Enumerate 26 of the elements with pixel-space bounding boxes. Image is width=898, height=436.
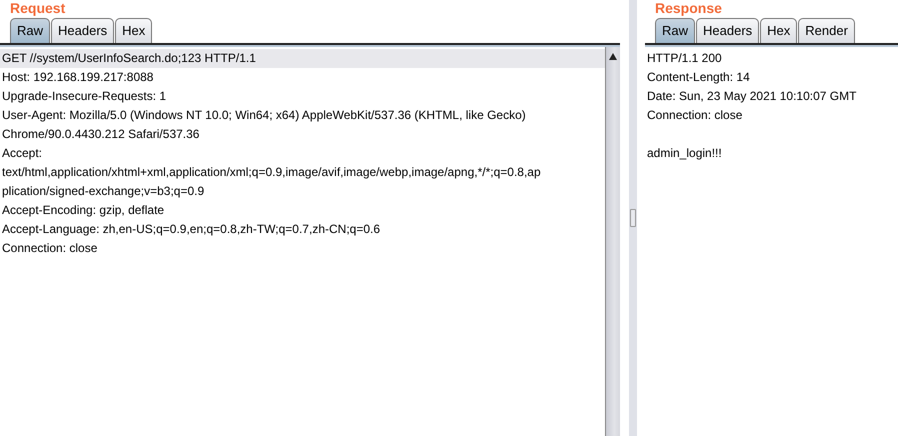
- grip-icon[interactable]: [630, 209, 636, 227]
- text-line: Accept-Language: zh,en-US;q=0.9,en;q=0.8,zh-TW;q=0.7,zh-CN;q=0.6: [2, 221, 380, 238]
- text-line: Accept:: [2, 145, 42, 162]
- tab[interactable]: Raw: [10, 18, 50, 43]
- tab[interactable]: Headers: [696, 18, 760, 43]
- panel-title: Request: [10, 0, 66, 16]
- text-line: Content-Length: 14: [647, 69, 750, 86]
- scrollbar[interactable]: [605, 47, 620, 436]
- text-line: Upgrade-Insecure-Requests: 1: [2, 88, 166, 105]
- tab[interactable]: Hex: [760, 18, 798, 43]
- panel-title: Response: [655, 0, 722, 16]
- tab[interactable]: Raw: [655, 18, 696, 43]
- text-line: Date: Sun, 23 May 2021 10:10:07 GMT: [647, 88, 856, 105]
- text-line: Chrome/90.0.4430.212 Safari/537.36: [2, 126, 200, 143]
- text-line: text/html,application/xhtml+xml,application/xml;q=0.9,image/avif,image/webp,image/apng,*/*;q=0.8,ap: [2, 164, 541, 181]
- text-line: Accept-Encoding: gzip, deflate: [2, 202, 164, 219]
- text-line: User-Agent: Mozilla/5.0 (Windows NT 10.0; Win64; x64) AppleWebKit/537.36 (KHTML, like Gecko): [2, 107, 526, 124]
- text-line: Host: 192.168.199.217:8088: [2, 69, 154, 86]
- tab[interactable]: Headers: [51, 18, 114, 43]
- tab[interactable]: Hex: [115, 18, 152, 43]
- text-line: Connection: close: [2, 240, 98, 257]
- tab[interactable]: Render: [798, 18, 855, 43]
- text-line: plication/signed-exchange;v=b3;q=0.9: [2, 183, 204, 200]
- response-body-text: admin_login!!!: [647, 145, 722, 162]
- text-line: HTTP/1.1 200: [647, 50, 722, 67]
- text-line: Connection: close: [647, 107, 742, 124]
